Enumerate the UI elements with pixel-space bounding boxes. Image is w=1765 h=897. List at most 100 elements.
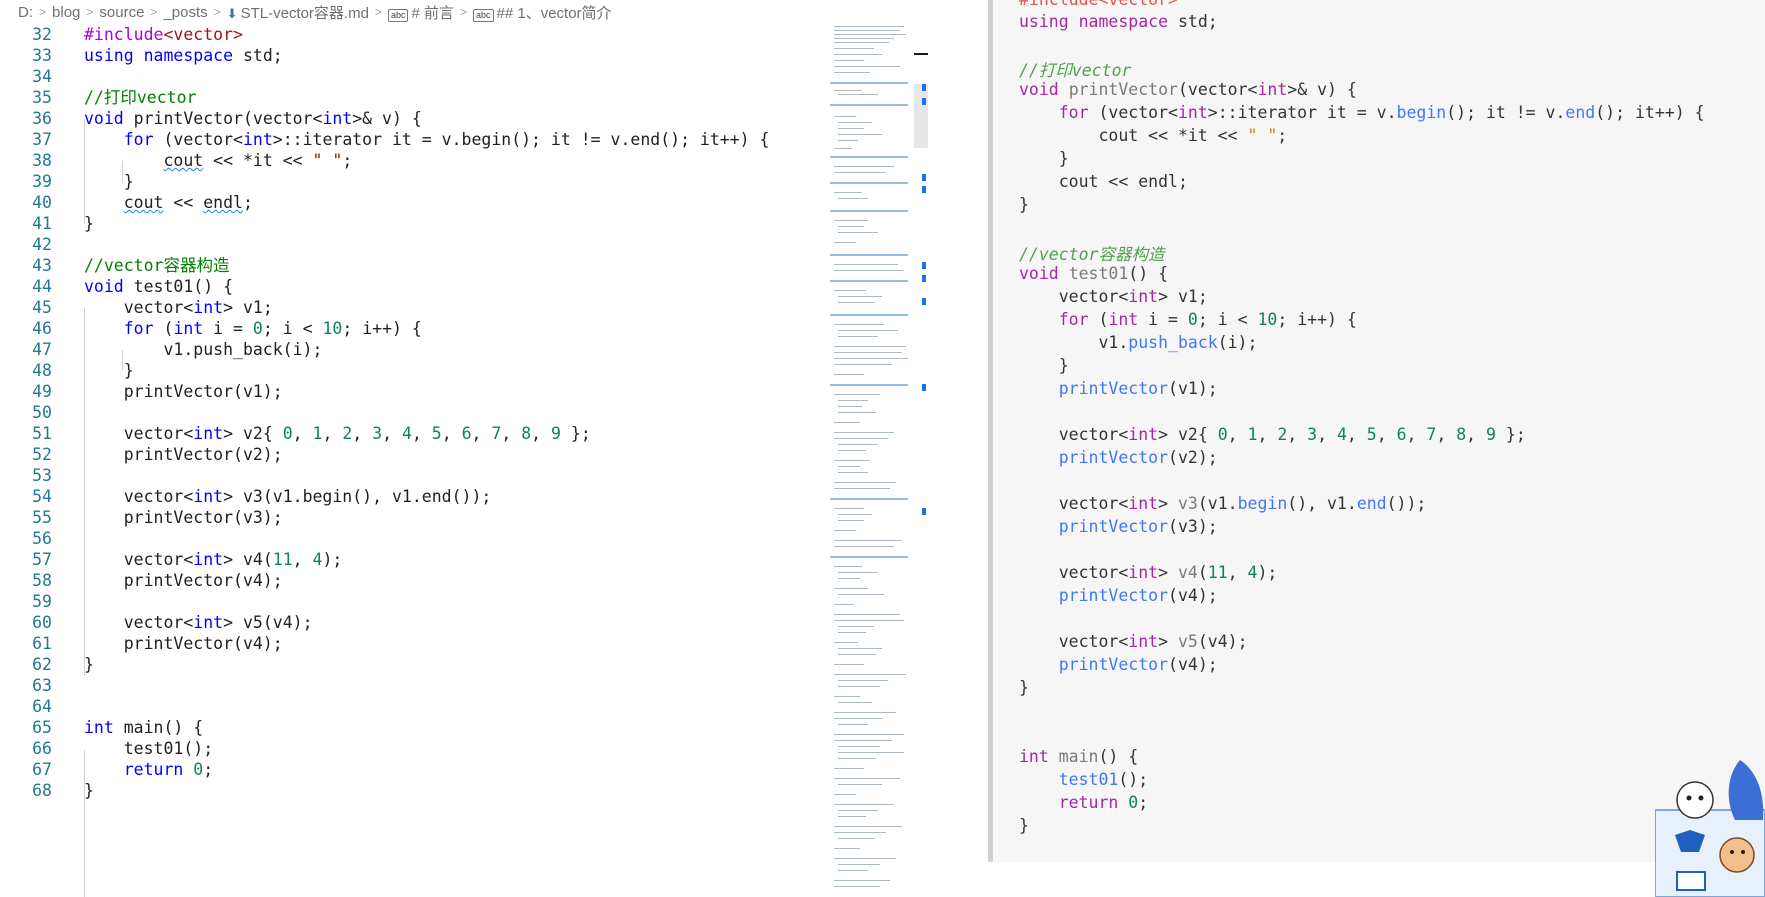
cursor-position-marker (914, 53, 928, 55)
preview-line: } (1019, 678, 1029, 697)
breadcrumb-folder-blog[interactable]: blog (52, 4, 80, 21)
code-text: v1.push_back(i); (84, 340, 323, 359)
breadcrumb-separator: > (39, 5, 47, 19)
line-number: 40 (32, 193, 52, 212)
line-number: 42 (32, 235, 52, 254)
line-number: 36 (32, 109, 52, 128)
preview-line: for (vector<int>::iterator it = v.begin(… (1058, 103, 1705, 122)
breadcrumb-separator: > (459, 5, 467, 19)
code-text: vector<int> v5(v4); (84, 613, 313, 632)
line-number: 49 (32, 382, 52, 401)
markdown-preview: #include<vector> using namespace std; //… (993, 0, 1765, 862)
line-number: 62 (32, 655, 52, 674)
breadcrumb-folder-posts[interactable]: _posts (163, 4, 207, 21)
code-comment: //vector容器构造 (84, 256, 230, 275)
preview-line: void printVector(vector<int>& v) { (1019, 80, 1357, 99)
breadcrumb-folder-source[interactable]: source (99, 4, 144, 21)
code-text: printVector(v3); (84, 508, 283, 527)
preview-bottom-area (993, 862, 1765, 897)
code-text: } (84, 214, 94, 233)
breadcrumb: D: > blog > source > _posts > ⬇ STL-vecto… (0, 0, 900, 24)
line-number: 52 (32, 445, 52, 464)
code-text: printVector(v1); (84, 382, 283, 401)
breadcrumb-separator: > (150, 5, 158, 19)
code-comment: //打印vector (84, 88, 197, 107)
breadcrumb-file[interactable]: ⬇ STL-vector容器.md (227, 2, 369, 23)
minimap[interactable] (830, 24, 914, 897)
code-text: printVector(v4); (84, 634, 283, 653)
breadcrumb-separator: > (86, 5, 94, 19)
line-number: 57 (32, 550, 52, 569)
code-text: } (84, 655, 94, 674)
line-number: 45 (32, 298, 52, 317)
preview-line: } (1019, 149, 1069, 168)
line-number: 41 (32, 214, 52, 233)
breadcrumb-heading-2[interactable]: abc ## 1、vector简介 (472, 2, 612, 23)
preview-line: //打印vector (1019, 61, 1132, 80)
line-number: 53 (32, 466, 52, 485)
app-window: D: > blog > source > _posts > ⬇ STL-vecto… (0, 0, 1765, 897)
preview-line: printVector(v1); (1058, 379, 1218, 398)
preview-line: vector<int> v5(v4); (1019, 632, 1248, 651)
preview-line: printVector(v2); (1058, 448, 1218, 467)
line-number: 43 (32, 256, 52, 275)
preview-line: printVector(v4); (1058, 586, 1218, 605)
preview-line: v1.push_back(i); (1019, 333, 1258, 352)
scrollbar-highlight-marker (922, 275, 926, 282)
code-editor[interactable]: 32 #include<vector> 33 using namespace std… (0, 24, 830, 897)
line-number: 38 (32, 151, 52, 170)
scrollbar-thumb[interactable] (914, 84, 928, 148)
code-text: void printVector(vector<int>& v) { (84, 109, 422, 128)
heading-icon: abc (472, 8, 494, 22)
line-number: 64 (32, 697, 52, 716)
breadcrumb-heading-1[interactable]: abc # 前言 (387, 2, 454, 23)
line-number: 48 (32, 361, 52, 380)
preview-line: cout << endl; (1019, 172, 1188, 191)
breadcrumb-drive[interactable]: D: (18, 4, 33, 21)
line-number: 59 (32, 592, 52, 611)
line-number: 66 (32, 739, 52, 758)
code-text: cout << endl; (123, 193, 253, 212)
scrollbar-highlight-marker (922, 84, 926, 91)
code-text: vector<int> v1; (84, 298, 273, 317)
preview-line: } (1019, 356, 1069, 375)
heading-icon: abc (387, 8, 409, 22)
breadcrumb-file-label: STL-vector容器.md (240, 4, 369, 22)
code-text: for (vector<int>::iterator it = v.begin(… (123, 130, 770, 149)
line-number: 65 (32, 718, 52, 737)
code-text: printVector(v2); (84, 445, 283, 464)
line-number: 55 (32, 508, 52, 527)
preview-line: for (int i = 0; i < 10; i++) { (1058, 310, 1357, 329)
scrollbar-highlight-marker (922, 186, 926, 193)
code-text: } (84, 781, 94, 800)
preview-line: vector<int> v4(11, 4); (1019, 563, 1278, 582)
breadcrumb-heading-2-label: ## 1、vector简介 (496, 4, 612, 22)
code-text: #include<vector> (84, 25, 243, 44)
preview-line: //vector容器构造 (1019, 245, 1165, 264)
breadcrumb-separator: > (213, 5, 221, 19)
line-number: 32 (32, 25, 52, 44)
line-number: 67 (32, 760, 52, 779)
line-number: 37 (32, 130, 52, 149)
code-text: printVector(v4); (84, 571, 283, 590)
preview-line: printVector(v3); (1058, 517, 1218, 536)
breadcrumb-separator: > (374, 5, 382, 19)
line-number: 68 (32, 781, 52, 800)
code-text: cout << *it << " "; (163, 151, 353, 170)
code-text: vector<int> v2{ 0, 1, 2, 3, 4, 5, 6, 7, … (84, 424, 591, 443)
code-text: using namespace std; (84, 46, 283, 65)
line-number: 34 (32, 67, 52, 86)
preview-line: test01(); (1058, 770, 1149, 789)
line-number: 50 (32, 403, 52, 422)
line-number: 47 (32, 340, 52, 359)
mascot-image[interactable] (1655, 760, 1765, 897)
line-number: 39 (32, 172, 52, 191)
scrollbar-highlight-marker (922, 508, 926, 515)
code-text: } (84, 361, 134, 380)
preview-line: vector<int> v2{ 0, 1, 2, 3, 4, 5, 6, 7, … (1019, 425, 1526, 444)
preview-line: int main() { (1019, 747, 1139, 766)
line-number: 56 (32, 529, 52, 548)
scrollbar-highlight-marker (922, 174, 926, 181)
breadcrumb-heading-1-label: # 前言 (411, 4, 454, 22)
scrollbar-highlight-marker (922, 298, 926, 305)
